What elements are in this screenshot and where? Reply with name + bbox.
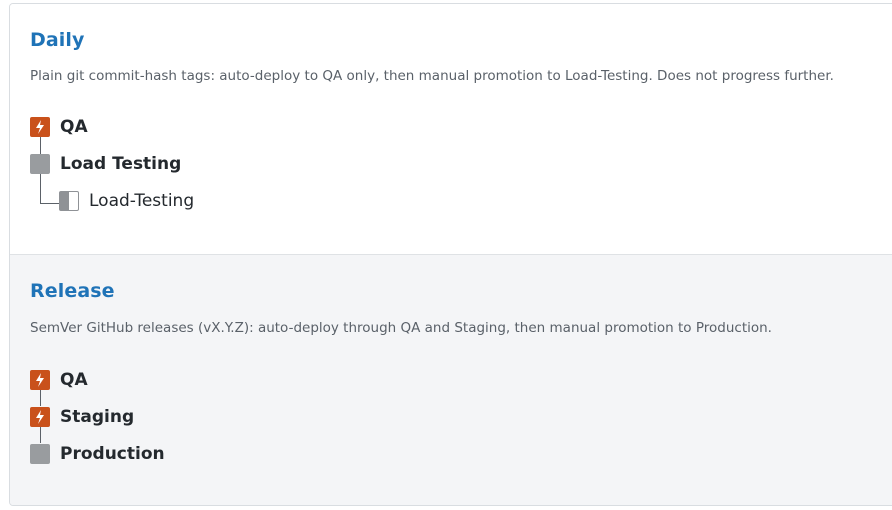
half-filled-square-icon	[59, 191, 79, 211]
stage-qa[interactable]: QA	[30, 116, 88, 138]
stage-label: Production	[60, 444, 165, 464]
stage-label: Load-Testing	[89, 191, 195, 211]
stage-staging[interactable]: Staging	[30, 406, 134, 428]
pipeline-title[interactable]: Release	[30, 280, 115, 302]
lightning-icon	[30, 117, 50, 137]
stage-label: QA	[60, 117, 88, 137]
pipeline-title[interactable]: Daily	[30, 29, 85, 51]
stage-label: Staging	[60, 407, 135, 427]
pipeline-release: Release SemVer GitHub releases (vX.Y.Z):…	[10, 255, 892, 505]
manual-stage-icon	[30, 154, 50, 174]
pipeline-description: Plain git commit-hash tags: auto-deploy …	[30, 68, 834, 84]
manual-stage-icon	[30, 444, 50, 464]
lightning-icon	[30, 407, 50, 427]
pipelines-panel: Daily Plain git commit-hash tags: auto-d…	[9, 3, 892, 506]
substage-load-testing[interactable]: Load-Testing	[59, 190, 194, 212]
stage-production[interactable]: Production	[30, 443, 165, 465]
lightning-icon	[30, 370, 50, 390]
stage-load-testing[interactable]: Load Testing	[30, 153, 181, 175]
stage-connector	[40, 174, 41, 204]
stage-connector	[40, 203, 60, 204]
pipeline-daily: Daily Plain git commit-hash tags: auto-d…	[10, 4, 892, 255]
pipeline-description: SemVer GitHub releases (vX.Y.Z): auto-de…	[30, 320, 772, 336]
stage-qa[interactable]: QA	[30, 369, 88, 391]
stage-label: Load Testing	[60, 154, 182, 174]
stage-label: QA	[60, 370, 88, 390]
